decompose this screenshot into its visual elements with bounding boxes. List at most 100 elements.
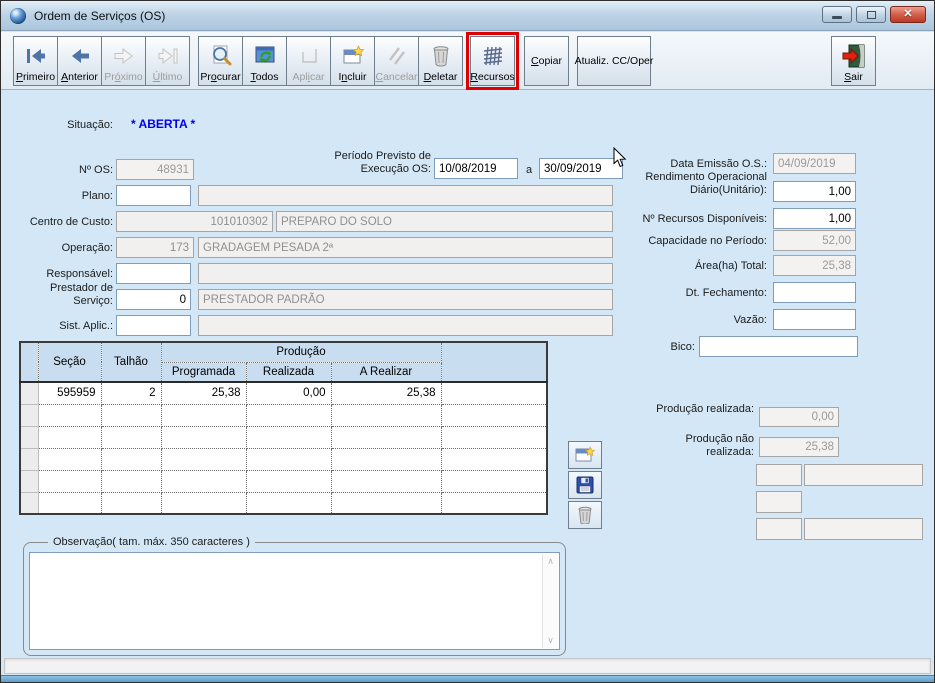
- toolbar: Primeiro Anterior Próximo Último Procurar Tod…: [1, 32, 934, 90]
- table-cell[interactable]: [100, 469, 162, 493]
- procurar-button[interactable]: Procurar: [198, 36, 243, 86]
- restore-button[interactable]: [856, 6, 886, 23]
- dt-fechamento-field[interactable]: [773, 282, 856, 303]
- table-cell[interactable]: [160, 491, 247, 515]
- atualiz-cc-oper-button[interactable]: Atualiz. CC/Oper: [575, 36, 653, 86]
- table-cell[interactable]: [245, 403, 332, 427]
- toolbar-button-label: Sair: [844, 71, 863, 83]
- table-cell[interactable]: [100, 491, 162, 515]
- table-cell[interactable]: [160, 403, 247, 427]
- recursos-button[interactable]: Recursos: [470, 36, 515, 86]
- rendimento-field[interactable]: 1,00: [773, 181, 856, 202]
- bico-field[interactable]: [699, 336, 858, 357]
- data-emissao-field: 04/09/2019: [773, 153, 856, 174]
- table-cell[interactable]: 25,38: [330, 381, 442, 405]
- save-icon: [576, 476, 594, 494]
- table-cell[interactable]: [440, 469, 548, 493]
- table-cell[interactable]: [330, 469, 442, 493]
- row-selector[interactable]: [19, 425, 39, 449]
- ltimo-button: Último: [145, 36, 190, 86]
- table-row[interactable]: [19, 403, 548, 427]
- table-cell[interactable]: [440, 447, 548, 471]
- table-cell[interactable]: 25,38: [160, 381, 247, 405]
- table-cell[interactable]: [440, 491, 548, 515]
- scroll-down-icon[interactable]: ∨: [547, 635, 554, 646]
- table-row[interactable]: [19, 425, 548, 449]
- table-cell[interactable]: [100, 425, 162, 449]
- periodo-to-field[interactable]: 30/09/2019: [539, 158, 623, 179]
- table-cell[interactable]: [330, 425, 442, 449]
- table-row[interactable]: [19, 491, 548, 515]
- situacao-value: * ABERTA *: [131, 117, 196, 131]
- table-cell[interactable]: [440, 425, 548, 449]
- minimize-icon: [832, 16, 842, 19]
- previous-icon: [67, 41, 93, 71]
- todos-button[interactable]: Todos: [242, 36, 287, 86]
- table-cell[interactable]: [100, 447, 162, 471]
- periodo-from-field[interactable]: 10/08/2019: [434, 158, 518, 179]
- row-selector[interactable]: [19, 447, 39, 471]
- observacao-textarea[interactable]: [29, 552, 560, 650]
- table-cell[interactable]: [245, 469, 332, 493]
- table-cell[interactable]: [330, 447, 442, 471]
- table-cell[interactable]: [330, 403, 442, 427]
- row-selector[interactable]: [19, 491, 39, 515]
- grid-icon: [480, 41, 506, 71]
- table-cell[interactable]: [440, 403, 548, 427]
- delete-row-button[interactable]: [568, 501, 602, 529]
- toolbar-button-label: Cancelar: [375, 71, 418, 83]
- table-cell[interactable]: [245, 491, 332, 515]
- add-row-button[interactable]: [568, 441, 602, 469]
- table-cell[interactable]: [160, 425, 247, 449]
- table-cell[interactable]: [330, 491, 442, 515]
- minimize-button[interactable]: [822, 6, 852, 23]
- toolbar-button-label: Próximo: [104, 71, 143, 83]
- observacao-scrollbar[interactable]: ∧ ∨: [542, 554, 558, 648]
- table-cell[interactable]: [100, 403, 162, 427]
- table-cell[interactable]: [245, 425, 332, 449]
- primeiro-button[interactable]: Primeiro: [13, 36, 58, 86]
- table-corner: [19, 341, 39, 383]
- table-cell[interactable]: [37, 403, 102, 427]
- aux-field-2: [756, 491, 802, 513]
- vazao-field[interactable]: [773, 309, 856, 330]
- table-row[interactable]: 595959 2 25,38 0,00 25,38: [19, 381, 548, 405]
- table-cell[interactable]: [37, 491, 102, 515]
- save-row-button[interactable]: [568, 471, 602, 499]
- bico-label: Bico:: [670, 341, 695, 353]
- row-selector[interactable]: [19, 469, 39, 493]
- close-button[interactable]: ✕: [890, 6, 926, 23]
- producao-table[interactable]: Seção Talhão Produção Programada Realiza…: [19, 341, 548, 515]
- sair-button[interactable]: Sair: [831, 36, 876, 86]
- scroll-up-icon[interactable]: ∧: [547, 556, 554, 567]
- table-cell[interactable]: [160, 447, 247, 471]
- row-selector[interactable]: [19, 403, 39, 427]
- incluir-button[interactable]: Incluir: [330, 36, 375, 86]
- plano-field[interactable]: [116, 185, 191, 206]
- table-cell[interactable]: 2: [100, 381, 162, 405]
- table-cell[interactable]: 595959: [37, 381, 102, 405]
- table-cell[interactable]: [160, 469, 247, 493]
- cancel-icon: [384, 41, 410, 71]
- recursos-disponiveis-field[interactable]: 1,00: [773, 208, 856, 229]
- anterior-button[interactable]: Anterior: [57, 36, 102, 86]
- col-talhao: Talhão: [100, 341, 162, 383]
- table-row[interactable]: [19, 469, 548, 493]
- sist-aplic-field[interactable]: [116, 315, 191, 336]
- periodo-sep-label: a: [525, 164, 533, 176]
- table-cell[interactable]: [440, 381, 548, 405]
- operacao-label: Operação:: [61, 242, 113, 254]
- responsavel-field[interactable]: [116, 263, 191, 284]
- table-cell[interactable]: [37, 425, 102, 449]
- table-row[interactable]: [19, 447, 548, 471]
- table-cell[interactable]: [37, 447, 102, 471]
- copiar-button[interactable]: Copiar: [524, 36, 569, 86]
- table-cell[interactable]: 0,00: [245, 381, 332, 405]
- recursos-disponiveis-label: Nº Recursos Disponíveis:: [642, 213, 767, 225]
- prestador-field[interactable]: 0: [116, 289, 191, 310]
- toolbar-button-label: Incluir: [338, 71, 367, 83]
- row-selector[interactable]: [19, 381, 39, 405]
- table-cell[interactable]: [37, 469, 102, 493]
- table-cell[interactable]: [245, 447, 332, 471]
- deletar-button[interactable]: Deletar: [418, 36, 463, 86]
